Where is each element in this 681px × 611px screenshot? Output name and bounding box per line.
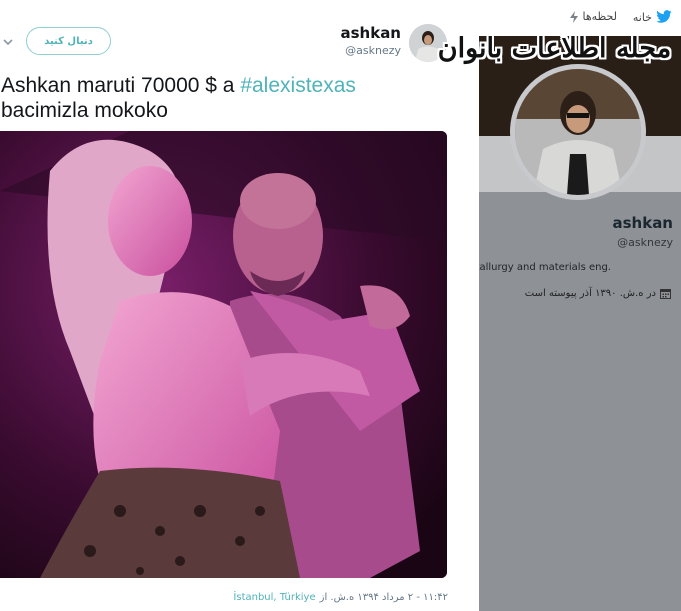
tweet-timestamp[interactable]: ۱۱:۴۲ - ۲ مرداد ۱۳۹۴ ه.ش. از — [320, 592, 448, 603]
watermark-text: مجله اطلاعات بانوان — [437, 32, 672, 64]
tweet-text: Ashkan maruti 70000 $ a #alexistexas bac… — [0, 73, 470, 123]
tweet-meta: ۱۱:۴۲ - ۲ مرداد ۱۳۹۴ ه.ش. از İstanbul, T… — [233, 592, 448, 603]
tweet-text-start: Ashkan maruti 70000 $ a — [1, 74, 241, 97]
author-name[interactable]: ashkan — [340, 24, 401, 42]
profile-bio: tallurgy and materials eng. — [479, 262, 611, 273]
tweet-modal: دنبال کنید ashkan @asknezy Ashkan maruti… — [0, 0, 479, 611]
background-profile-page: لحظه‌ها خانه ashkan @asknezy tallurgy an… — [479, 0, 681, 611]
tweet-text-end: bacimizla mokoko — [1, 99, 168, 122]
chevron-down-icon[interactable] — [2, 36, 14, 48]
profile-joined: در ه.ش. ۱۳۹۰ آذر پیوسته است — [525, 288, 671, 299]
profile-name: ashkan — [612, 214, 673, 232]
watermark-logo: مجله اطلاعات بانوان — [428, 14, 681, 82]
profile-avatar — [510, 64, 646, 200]
tweet-photo[interactable] — [0, 131, 447, 578]
calendar-icon — [660, 289, 671, 299]
profile-handle: @asknezy — [617, 236, 673, 249]
tweet-photo-image — [0, 131, 447, 578]
tweet-location[interactable]: İstanbul, Türkiye — [233, 592, 315, 603]
follow-button[interactable]: دنبال کنید — [26, 27, 111, 55]
hashtag-link[interactable]: #alexistexas — [240, 74, 356, 97]
profile-avatar-photo — [515, 69, 641, 195]
author-handle[interactable]: @asknezy — [345, 44, 401, 57]
profile-joined-text: در ه.ش. ۱۳۹۰ آذر پیوسته است — [524, 288, 656, 299]
